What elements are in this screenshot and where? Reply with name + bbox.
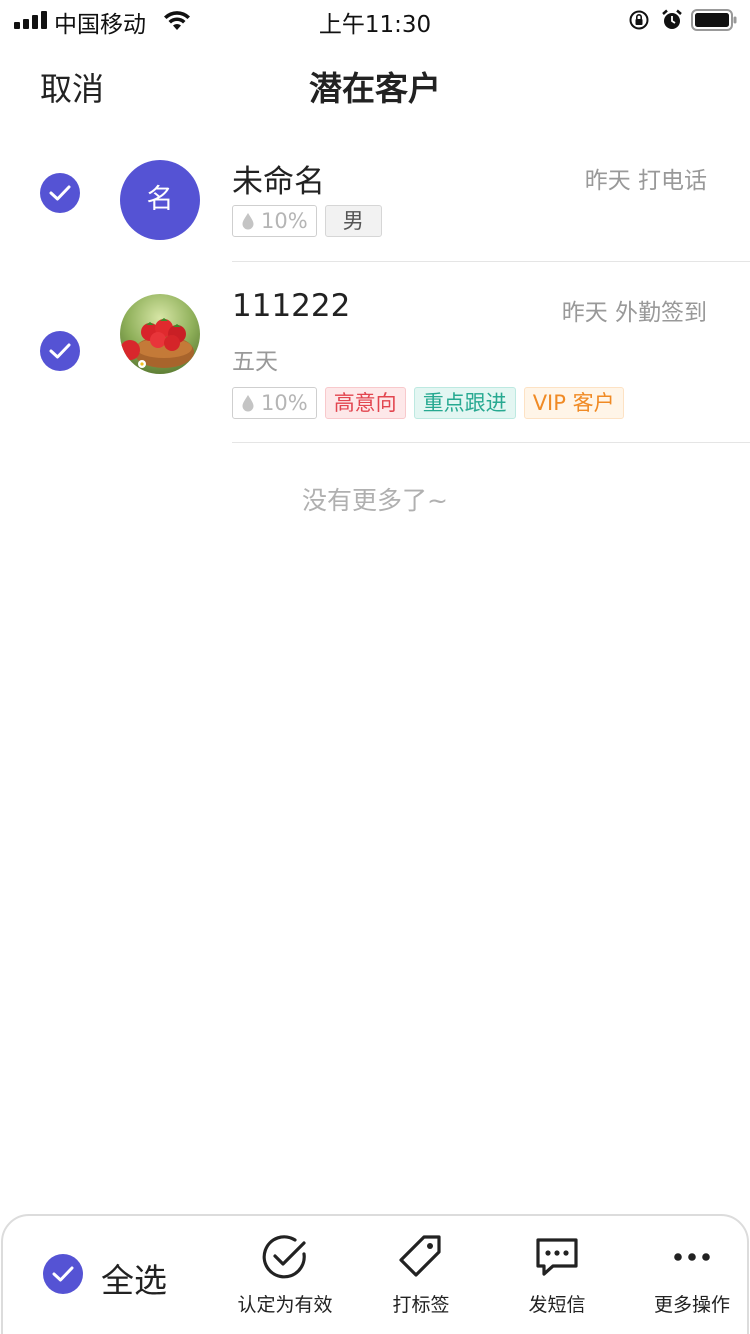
avatar [120, 294, 200, 374]
customer-list-item[interactable]: 名 未命名 昨天 打电话 10% 男 [0, 140, 750, 262]
row-select-checkbox[interactable] [40, 173, 80, 213]
tag-list: 10% 男 [232, 205, 382, 237]
nav-bar: 取消 潜在客户 [0, 44, 750, 128]
checkmark-icon [52, 1266, 74, 1282]
customer-subtitle: 五天 [232, 349, 278, 375]
probability-value: 10% [261, 209, 308, 233]
last-activity: 昨天 打电话 [584, 168, 707, 194]
customer-name: 未命名 [232, 164, 325, 200]
action-label: 打标签 [392, 1294, 450, 1316]
label-tag: VIP 客户 [523, 387, 624, 419]
last-activity: 昨天 外勤签到 [561, 300, 707, 326]
select-all-checkbox[interactable] [43, 1254, 83, 1294]
add-tag-button[interactable]: 打标签 [356, 1232, 486, 1317]
tag-icon [399, 1235, 441, 1277]
probability-tag: 10% [232, 387, 317, 419]
action-label: 更多操作 [653, 1294, 730, 1316]
select-all-label: 全选 [101, 1261, 167, 1300]
customer-name: 111222 [232, 288, 351, 324]
strawberry-avatar-image [120, 294, 200, 374]
send-sms-button[interactable]: 发短信 [492, 1232, 622, 1317]
label-tag: 重点跟进 [413, 387, 516, 419]
checkmark-icon [49, 185, 71, 201]
page-title: 潜在客户 [309, 69, 441, 108]
avatar: 名 [120, 160, 200, 240]
check-circle-icon [262, 1235, 306, 1279]
alarm-icon [662, 9, 682, 29]
divider [232, 261, 750, 262]
more-actions-button[interactable]: 更多操作 [627, 1232, 750, 1317]
probability-tag: 10% [232, 205, 317, 237]
message-icon [536, 1238, 578, 1276]
droplet-icon [242, 395, 254, 412]
bottom-action-bar: 全选 认定为有效 打标签 发短信 更多操作 [1, 1214, 749, 1334]
row-select-checkbox[interactable] [40, 331, 80, 371]
probability-value: 10% [261, 391, 308, 415]
tag-list: 10% 高意向 重点跟进 VIP 客户 [232, 387, 624, 419]
divider [232, 442, 750, 443]
list-end-text: 没有更多了~ [302, 486, 448, 515]
customer-list-item[interactable]: 111222 昨天 外勤签到 五天 10% 高意向 重点跟进 VIP 客户 [0, 272, 750, 442]
status-bar: 中国移动 上午11:30 [0, 0, 750, 40]
orientation-lock-icon [629, 10, 649, 30]
label-tag: 高意向 [324, 387, 406, 419]
gender-tag: 男 [324, 205, 382, 237]
battery-icon [691, 9, 737, 31]
action-label: 发短信 [528, 1294, 586, 1316]
mark-valid-button[interactable]: 认定为有效 [220, 1232, 350, 1317]
more-icon [674, 1253, 710, 1261]
action-label: 认定为有效 [237, 1294, 333, 1316]
droplet-icon [242, 213, 254, 230]
checkmark-icon [49, 343, 71, 359]
